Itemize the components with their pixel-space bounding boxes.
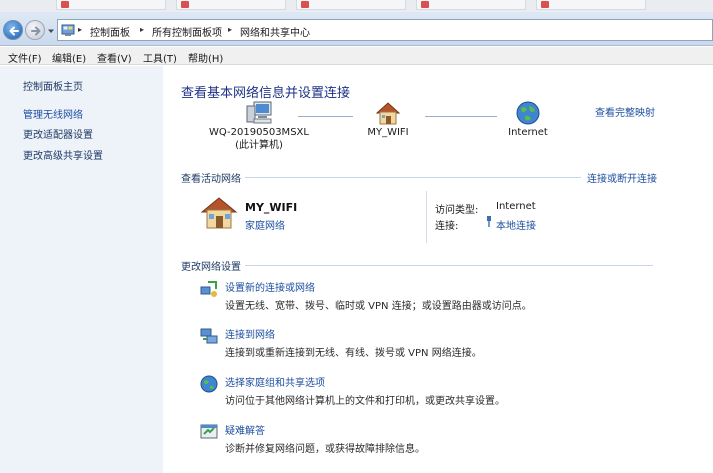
homegroup-icon	[200, 375, 218, 393]
vertical-divider	[426, 191, 427, 243]
background-tabs-strip	[0, 0, 713, 12]
address-bar-area: ▸ 控制面板 ▸ 所有控制面板项 ▸ 网络和共享中心	[0, 12, 713, 46]
sidebar-item-manage-wireless[interactable]: 管理无线网络	[23, 106, 83, 121]
network-type-link[interactable]: 家庭网络	[245, 217, 285, 232]
globe-icon	[516, 101, 540, 125]
tab-favicon-icon	[421, 1, 429, 8]
task-description: 设置无线、宽带、拨号、临时或 VPN 连接；或设置路由器或访问点。	[225, 301, 532, 312]
active-network-name: MY_WIFI	[245, 201, 298, 214]
page-title: 查看基本网络信息并设置连接	[181, 86, 351, 101]
new-connection-icon	[200, 281, 217, 297]
change-settings-header: 更改网络设置	[181, 262, 241, 273]
background-tab[interactable]	[536, 0, 646, 10]
home-network-large-icon	[200, 197, 238, 229]
sidebar: 控制面板主页 管理无线网络 更改适配器设置 更改高级共享设置	[0, 66, 163, 473]
breadcrumb-separator-icon[interactable]: ▸	[228, 25, 232, 34]
breadcrumb-network-center[interactable]: 网络和共享中心	[240, 24, 310, 39]
map-connector-line	[298, 116, 353, 117]
wired-connection-icon	[487, 216, 491, 227]
computer-icon	[246, 101, 272, 124]
map-node-router[interactable]: MY_WIFI	[353, 100, 423, 139]
breadcrumb-control-panel[interactable]: 控制面板	[90, 24, 130, 39]
router-name: MY_WIFI	[367, 127, 409, 138]
computer-name: WQ-20190503MSXL	[209, 127, 309, 138]
forward-button[interactable]	[25, 20, 45, 40]
arrow-right-icon	[31, 26, 41, 36]
menu-edit[interactable]: 编辑(E)	[52, 50, 86, 65]
menu-file[interactable]: 文件(F)	[8, 50, 42, 65]
task-description: 访问位于其他网络计算机上的文件和打印机，或更改共享设置。	[225, 396, 505, 407]
connect-network-icon	[200, 328, 218, 344]
breadcrumb-separator-icon[interactable]: ▸	[78, 25, 82, 34]
map-node-computer[interactable]: WQ-20190503MSXL (此计算机)	[199, 100, 319, 152]
background-tab[interactable]	[56, 0, 166, 10]
sidebar-item-adapter-settings[interactable]: 更改适配器设置	[23, 126, 93, 141]
menu-help[interactable]: 帮助(H)	[188, 50, 223, 65]
breadcrumb-all-items[interactable]: 所有控制面板项	[152, 24, 222, 39]
task-link[interactable]: 连接到网络	[225, 326, 275, 341]
active-networks-header: 查看活动网络	[181, 174, 241, 185]
task-description: 诊断并修复网络问题，或获得故障排除信息。	[225, 444, 425, 455]
sidebar-item-control-panel-home[interactable]: 控制面板主页	[23, 78, 83, 93]
back-button[interactable]	[3, 20, 23, 40]
access-type-label: 访问类型:	[435, 205, 479, 216]
background-tab[interactable]	[296, 0, 406, 10]
task-link[interactable]: 选择家庭组和共享选项	[225, 374, 325, 389]
internet-name: Internet	[508, 127, 548, 138]
tab-favicon-icon	[61, 1, 69, 8]
map-connector-line	[425, 116, 497, 117]
connect-disconnect-link[interactable]: 连接或断开连接	[587, 170, 657, 185]
tab-favicon-icon	[301, 1, 309, 8]
task-link[interactable]: 疑难解答	[225, 422, 265, 437]
arrow-left-icon	[9, 26, 19, 36]
access-type-value: Internet	[496, 201, 536, 212]
section-divider	[245, 177, 581, 178]
home-network-icon	[375, 102, 401, 125]
breadcrumb-separator-icon[interactable]: ▸	[140, 25, 144, 34]
tab-favicon-icon	[181, 1, 189, 8]
control-panel-icon	[61, 24, 75, 36]
computer-subtitle: (此计算机)	[235, 140, 283, 151]
background-tab[interactable]	[416, 0, 526, 10]
main-content: 查看基本网络信息并设置连接 查看完整映射 WQ-20190503MSXL (此计…	[163, 66, 713, 473]
see-full-map-link[interactable]: 查看完整映射	[595, 104, 655, 119]
address-box[interactable]: ▸ 控制面板 ▸ 所有控制面板项 ▸ 网络和共享中心	[57, 19, 713, 41]
task-description: 连接到或重新连接到无线、有线、拨号或 VPN 网络连接。	[225, 348, 482, 359]
local-connection-link[interactable]: 本地连接	[496, 217, 536, 232]
connection-label: 连接:	[435, 221, 459, 232]
task-link[interactable]: 设置新的连接或网络	[225, 279, 315, 294]
menu-tools[interactable]: 工具(T)	[143, 50, 177, 65]
recent-pages-dropdown-icon[interactable]	[48, 28, 54, 34]
troubleshoot-icon	[200, 424, 218, 439]
tab-favicon-icon	[541, 1, 549, 8]
menu-view[interactable]: 查看(V)	[97, 50, 132, 65]
background-tab[interactable]	[176, 0, 286, 10]
map-node-internet[interactable]: Internet	[493, 100, 563, 139]
section-divider	[245, 265, 653, 266]
menu-bar: 文件(F) 编辑(E) 查看(V) 工具(T) 帮助(H)	[0, 47, 713, 65]
